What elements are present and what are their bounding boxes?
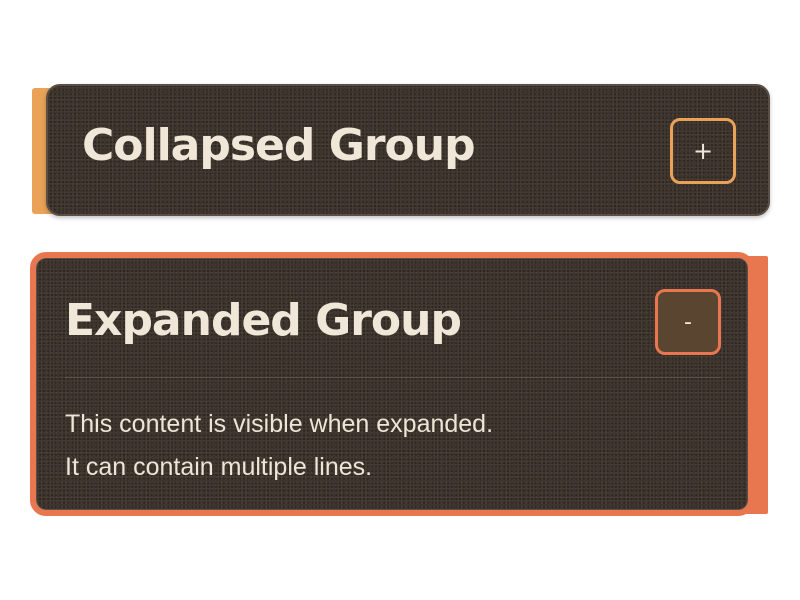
collapse-toggle-button[interactable]: -: [655, 289, 721, 355]
collapsed-group[interactable]: Collapsed Group +: [46, 84, 770, 216]
expanded-group-title[interactable]: Expanded Group: [65, 295, 462, 346]
expanded-group-panel: Expanded Group - This content is visible…: [36, 258, 748, 510]
minus-icon: -: [684, 309, 692, 335]
expanded-group[interactable]: Expanded Group - This content is visible…: [30, 252, 754, 516]
expand-toggle-button[interactable]: +: [670, 118, 736, 184]
accordion-demo: Collapsed Group + Expanded Group - This …: [0, 0, 800, 600]
collapsed-group-title[interactable]: Collapsed Group: [82, 120, 476, 171]
divider: [65, 377, 721, 378]
content-line: It can contain multiple lines.: [65, 453, 373, 481]
plus-icon: +: [692, 137, 714, 165]
expanded-group-content: This content is visible when expanded. I…: [65, 403, 493, 489]
content-line: This content is visible when expanded.: [65, 410, 494, 438]
